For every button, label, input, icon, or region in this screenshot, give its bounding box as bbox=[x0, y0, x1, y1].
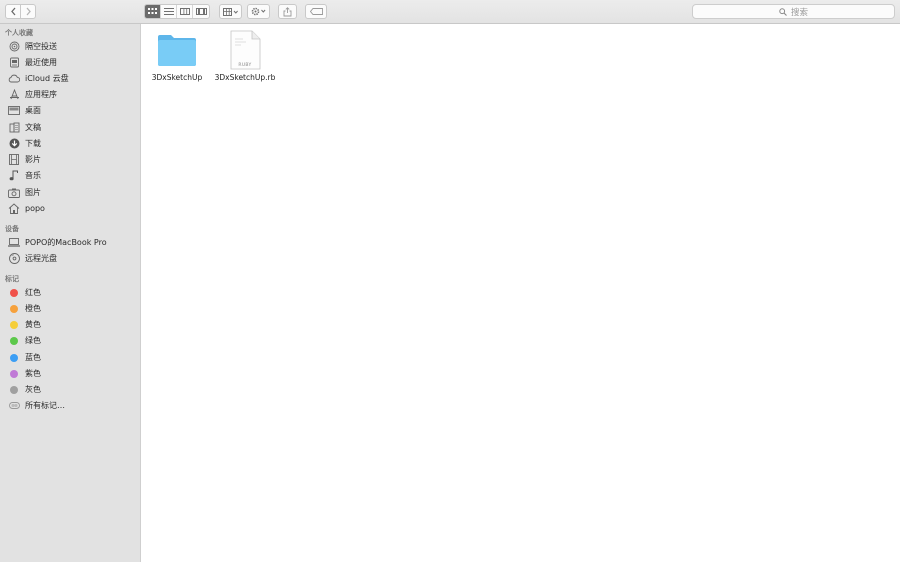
sidebar-item-label: 橙色 bbox=[25, 304, 41, 313]
camera-icon bbox=[8, 187, 20, 199]
sidebar-tag-green[interactable]: 绿色 bbox=[8, 333, 138, 348]
sidebar: 个人收藏 隔空投送 最近使用 iCloud 云盘 应用程序 桌面 文稿 下载 影… bbox=[0, 24, 141, 562]
sidebar-item-label: 红色 bbox=[25, 288, 41, 297]
sidebar-item-label: 远程光盘 bbox=[25, 254, 57, 263]
sidebar-item-label: 文稿 bbox=[25, 123, 41, 132]
column-view-button[interactable] bbox=[177, 5, 193, 18]
sidebar-tag-yellow[interactable]: 黄色 bbox=[8, 317, 138, 332]
sidebar-item-recents[interactable]: 最近使用 bbox=[8, 55, 138, 70]
orange-tag-dot bbox=[10, 304, 18, 313]
sidebar-item-label: 最近使用 bbox=[25, 58, 57, 67]
group-by-button[interactable] bbox=[219, 4, 242, 19]
sidebar-tag-orange[interactable]: 橙色 bbox=[8, 301, 138, 316]
share-button[interactable] bbox=[278, 4, 297, 19]
home-icon bbox=[8, 203, 20, 215]
downloads-icon bbox=[8, 138, 20, 150]
tag-icon bbox=[309, 8, 323, 15]
music-icon bbox=[8, 170, 20, 182]
sidebar-item-home[interactable]: popo bbox=[8, 201, 138, 216]
gray-tag-dot bbox=[10, 385, 18, 394]
sidebar-item-documents[interactable]: 文稿 bbox=[8, 120, 138, 135]
list-view-button[interactable] bbox=[161, 5, 177, 18]
sidebar-item-airdrop[interactable]: 隔空投送 bbox=[8, 39, 138, 54]
sidebar-item-label: 绿色 bbox=[25, 336, 41, 345]
tags-section-title: 标记 bbox=[5, 275, 19, 283]
group-grid-icon bbox=[222, 7, 238, 16]
chevron-right-icon bbox=[26, 7, 31, 16]
movies-icon bbox=[8, 154, 20, 166]
grid-icon bbox=[148, 8, 157, 14]
disc-icon bbox=[8, 253, 20, 265]
sidebar-item-label: 黄色 bbox=[25, 320, 41, 329]
favorites-section-title: 个人收藏 bbox=[5, 29, 33, 37]
icon-view-button[interactable] bbox=[145, 5, 161, 18]
sidebar-item-label: POPO的MacBook Pro bbox=[25, 238, 107, 247]
applications-icon bbox=[8, 89, 20, 101]
sidebar-item-music[interactable]: 音乐 bbox=[8, 168, 138, 183]
devices-section-title: 设备 bbox=[5, 225, 19, 233]
share-icon bbox=[283, 6, 292, 16]
sidebar-item-all-tags[interactable]: 所有标记… bbox=[8, 398, 138, 413]
documents-icon bbox=[8, 122, 20, 134]
sidebar-item-macbook[interactable]: POPO的MacBook Pro bbox=[8, 235, 138, 250]
view-mode-control bbox=[144, 4, 210, 19]
sidebar-item-label: 音乐 bbox=[25, 171, 41, 180]
back-button[interactable] bbox=[5, 4, 21, 19]
action-menu-button[interactable] bbox=[247, 4, 270, 19]
red-tag-dot bbox=[10, 288, 18, 297]
forward-button[interactable] bbox=[20, 4, 36, 19]
sidebar-item-label: popo bbox=[25, 204, 45, 213]
list-icon bbox=[163, 8, 174, 15]
chevron-left-icon bbox=[10, 7, 15, 16]
sidebar-item-applications[interactable]: 应用程序 bbox=[8, 87, 138, 102]
sidebar-tag-gray[interactable]: 灰色 bbox=[8, 382, 138, 397]
sidebar-item-label: 所有标记… bbox=[25, 401, 65, 410]
sidebar-item-label: 下载 bbox=[25, 139, 41, 148]
sidebar-item-movies[interactable]: 影片 bbox=[8, 152, 138, 167]
file-name: 3DxSketchUp bbox=[151, 73, 203, 82]
recents-icon bbox=[8, 57, 20, 69]
search-field[interactable]: 搜索 bbox=[692, 4, 895, 19]
sidebar-tag-purple[interactable]: 紫色 bbox=[8, 366, 138, 381]
toolbar: 搜索 bbox=[0, 0, 900, 24]
sidebar-item-label: 图片 bbox=[25, 188, 41, 197]
cloud-icon bbox=[8, 73, 20, 85]
search-placeholder: 搜索 bbox=[790, 7, 808, 18]
sidebar-item-downloads[interactable]: 下载 bbox=[8, 136, 138, 151]
sidebar-item-label: 影片 bbox=[25, 155, 41, 164]
all-tags-icon bbox=[8, 400, 20, 412]
airdrop-icon bbox=[8, 41, 20, 53]
yellow-tag-dot bbox=[10, 320, 18, 329]
gear-icon bbox=[251, 7, 265, 16]
file-item-folder[interactable]: 3DxSketchUp bbox=[142, 29, 212, 82]
columns-icon bbox=[179, 8, 190, 15]
sidebar-tag-red[interactable]: 红色 bbox=[8, 285, 138, 300]
green-tag-dot bbox=[10, 336, 18, 345]
sidebar-item-desktop[interactable]: 桌面 bbox=[8, 103, 138, 118]
sidebar-item-label: 应用程序 bbox=[25, 90, 57, 99]
folder-icon bbox=[157, 29, 197, 71]
laptop-icon bbox=[8, 237, 20, 249]
sidebar-item-pictures[interactable]: 图片 bbox=[8, 185, 138, 200]
purple-tag-dot bbox=[10, 369, 18, 378]
sidebar-item-label: 紫色 bbox=[25, 369, 41, 378]
sidebar-tag-blue[interactable]: 蓝色 bbox=[8, 350, 138, 365]
sidebar-item-icloud[interactable]: iCloud 云盘 bbox=[8, 71, 138, 86]
gallery-icon bbox=[195, 8, 207, 15]
edit-tags-button[interactable] bbox=[305, 4, 327, 19]
sidebar-item-label: 灰色 bbox=[25, 385, 41, 394]
blue-tag-dot bbox=[10, 353, 18, 362]
search-icon bbox=[779, 7, 787, 16]
file-name: 3DxSketchUp.rb bbox=[214, 73, 276, 82]
file-browser-content: 3DxSketchUp RUBY 3DxSketchUp.rb bbox=[141, 24, 900, 562]
file-item-ruby[interactable]: RUBY 3DxSketchUp.rb bbox=[210, 29, 280, 82]
sidebar-item-label: iCloud 云盘 bbox=[25, 74, 69, 83]
desktop-icon bbox=[8, 105, 20, 117]
sidebar-item-label: 蓝色 bbox=[25, 353, 41, 362]
sidebar-item-label: 隔空投送 bbox=[25, 42, 57, 51]
gallery-view-button[interactable] bbox=[193, 5, 209, 18]
sidebar-item-remote-disc[interactable]: 远程光盘 bbox=[8, 251, 138, 266]
file-type-badge: RUBY bbox=[238, 63, 252, 68]
sidebar-item-label: 桌面 bbox=[25, 106, 41, 115]
